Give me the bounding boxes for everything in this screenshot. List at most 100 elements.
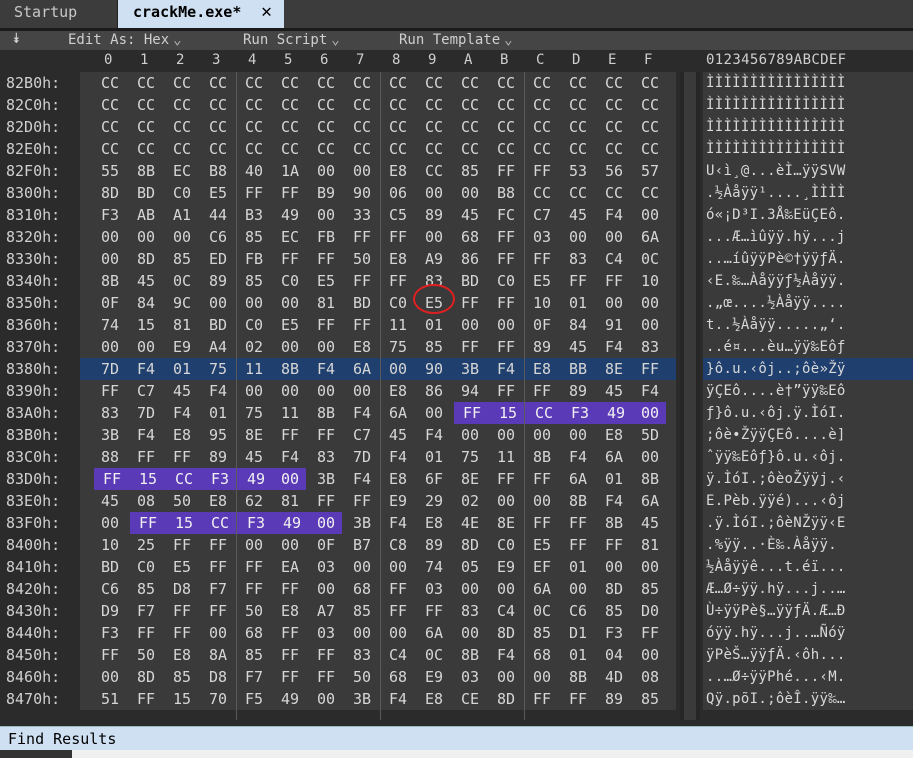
- hex-row[interactable]: 82B0h: CC CC CC CC CC CC CC CC CC CC CC CC CC CC CC CC ÌÌ…: [0, 72, 913, 94]
- hex-byte[interactable]: 83: [346, 644, 378, 666]
- hex-byte[interactable]: E5: [166, 556, 198, 578]
- hex-byte[interactable]: F3: [202, 468, 238, 490]
- hex-byte[interactable]: 06: [382, 182, 414, 204]
- hex-byte[interactable]: 00: [526, 490, 558, 512]
- hex-byte[interactable]: 00: [346, 160, 378, 182]
- hex-byte[interactable]: F4: [382, 688, 414, 710]
- hex-byte[interactable]: FF: [310, 644, 342, 666]
- hex-byte[interactable]: 8E: [454, 468, 486, 490]
- hex-byte[interactable]: 00: [562, 226, 594, 248]
- hex-byte[interactable]: CC: [166, 138, 198, 160]
- hex-byte[interactable]: FF: [490, 468, 522, 490]
- hex-byte[interactable]: CE: [454, 688, 486, 710]
- hex-byte[interactable]: 6A: [634, 490, 666, 512]
- hex-row[interactable]: 83E0h: 45 08 50 E8 62 81 FF FF E9 29 02 00 00 8B F4 6A E.…: [0, 490, 913, 512]
- hex-byte[interactable]: FF: [310, 490, 342, 512]
- ascii-text[interactable]: ..…íûÿÿPè©†ÿÿƒÄ.: [706, 248, 846, 270]
- hex-byte[interactable]: C0: [382, 292, 414, 314]
- hex-byte[interactable]: CC: [598, 94, 630, 116]
- hex-byte[interactable]: FF: [94, 468, 130, 490]
- hex-byte[interactable]: FF: [346, 270, 378, 292]
- hex-byte[interactable]: 11: [274, 402, 306, 424]
- hex-byte[interactable]: C0: [490, 270, 522, 292]
- hex-byte[interactable]: D0: [634, 600, 666, 622]
- hex-byte[interactable]: 01: [562, 292, 594, 314]
- hex-byte[interactable]: 11: [490, 446, 522, 468]
- hex-byte[interactable]: E9: [166, 336, 198, 358]
- hex-byte[interactable]: 51: [94, 688, 126, 710]
- hex-row[interactable]: 8330h: 00 8D 85 ED FB FF FF 50 E8 A9 86 FF FF 83 C4 0C..…: [0, 248, 913, 270]
- hex-byte[interactable]: FF: [166, 622, 198, 644]
- hex-byte[interactable]: D9: [94, 600, 126, 622]
- hex-byte[interactable]: ED: [202, 248, 234, 270]
- hex-byte[interactable]: 8D: [490, 688, 522, 710]
- hex-byte[interactable]: F3: [94, 622, 126, 644]
- hex-byte[interactable]: 8D: [130, 248, 162, 270]
- hex-byte[interactable]: 45: [382, 424, 414, 446]
- hex-byte[interactable]: F4: [202, 380, 234, 402]
- hex-byte[interactable]: 0C: [634, 248, 666, 270]
- hex-byte[interactable]: CC: [634, 72, 666, 94]
- hex-byte[interactable]: FF: [634, 358, 666, 380]
- hex-byte[interactable]: 81: [634, 534, 666, 556]
- hex-byte[interactable]: FF: [202, 600, 234, 622]
- hex-byte[interactable]: 00: [274, 292, 306, 314]
- hex-byte[interactable]: 8B: [562, 490, 594, 512]
- hex-byte[interactable]: 75: [202, 358, 234, 380]
- hex-byte[interactable]: F4: [130, 424, 162, 446]
- hex-byte[interactable]: 8B: [562, 666, 594, 688]
- hex-byte[interactable]: 70: [202, 688, 234, 710]
- hex-byte[interactable]: CC: [490, 138, 522, 160]
- hex-byte[interactable]: E8: [382, 468, 414, 490]
- hex-byte[interactable]: FF: [274, 644, 306, 666]
- hex-row[interactable]: 8320h: 00 00 00 C6 85 EC FB FF FF 00 68 FF 03 00 00 6A..…: [0, 226, 913, 248]
- hex-byte[interactable]: BB: [562, 358, 594, 380]
- hex-byte[interactable]: 00: [562, 424, 594, 446]
- hex-byte[interactable]: CC: [310, 72, 342, 94]
- hex-byte[interactable]: 00: [94, 226, 126, 248]
- hex-byte[interactable]: AB: [130, 204, 162, 226]
- hex-byte[interactable]: CC: [274, 116, 306, 138]
- hex-byte[interactable]: F7: [238, 666, 270, 688]
- hex-byte[interactable]: CC: [94, 138, 126, 160]
- hex-byte[interactable]: C7: [130, 380, 162, 402]
- hex-byte[interactable]: CC: [130, 94, 162, 116]
- hex-byte[interactable]: 68: [526, 644, 558, 666]
- hex-byte[interactable]: 00: [562, 578, 594, 600]
- hex-byte[interactable]: 10: [94, 534, 126, 556]
- hex-byte[interactable]: 00: [94, 248, 126, 270]
- hex-byte[interactable]: 1A: [274, 160, 306, 182]
- hex-byte[interactable]: 01: [202, 402, 234, 424]
- hex-byte[interactable]: 90: [346, 182, 378, 204]
- hex-byte[interactable]: FF: [310, 666, 342, 688]
- hex-byte[interactable]: CC: [598, 138, 630, 160]
- hex-byte[interactable]: CC: [382, 94, 414, 116]
- hex-byte[interactable]: FF: [202, 534, 234, 556]
- hex-byte[interactable]: FF: [454, 336, 486, 358]
- hex-byte[interactable]: 03: [526, 226, 558, 248]
- hex-byte[interactable]: 8B: [634, 468, 666, 490]
- hex-byte[interactable]: F4: [346, 402, 378, 424]
- hex-byte[interactable]: FF: [274, 622, 306, 644]
- hex-byte[interactable]: F4: [598, 204, 630, 226]
- tab-startup[interactable]: Startup: [0, 0, 118, 28]
- edit-as-menu[interactable]: Edit As: Hex ⌄: [68, 31, 182, 49]
- hex-byte[interactable]: 00: [634, 644, 666, 666]
- hex-byte[interactable]: 8B: [274, 358, 306, 380]
- ascii-text[interactable]: ˆÿÿ‰Eôƒ}ô.u.‹ôj.: [706, 446, 846, 468]
- hex-byte[interactable]: 50: [346, 248, 378, 270]
- hex-byte[interactable]: E8: [418, 512, 450, 534]
- hex-row[interactable]: 8370h: 00 00 E9 A4 02 00 00 E8 75 85 FF FF 89 45 F4 83..…: [0, 336, 913, 358]
- hex-byte[interactable]: F7: [202, 578, 234, 600]
- ascii-text[interactable]: .½Àåÿÿ¹....¸ÌÌÌÌ: [706, 182, 846, 204]
- hex-byte[interactable]: 00: [274, 534, 306, 556]
- hex-byte[interactable]: 4D: [598, 666, 630, 688]
- ascii-text[interactable]: ...Æ…ìûÿÿ.hÿ...j: [706, 226, 846, 248]
- hex-byte[interactable]: BD: [94, 556, 126, 578]
- hex-byte[interactable]: 89: [598, 688, 630, 710]
- hex-byte[interactable]: CC: [454, 94, 486, 116]
- hex-byte[interactable]: 00: [598, 226, 630, 248]
- hex-byte[interactable]: 85: [130, 578, 162, 600]
- hex-byte[interactable]: FF: [562, 534, 594, 556]
- hex-byte[interactable]: BD: [346, 292, 378, 314]
